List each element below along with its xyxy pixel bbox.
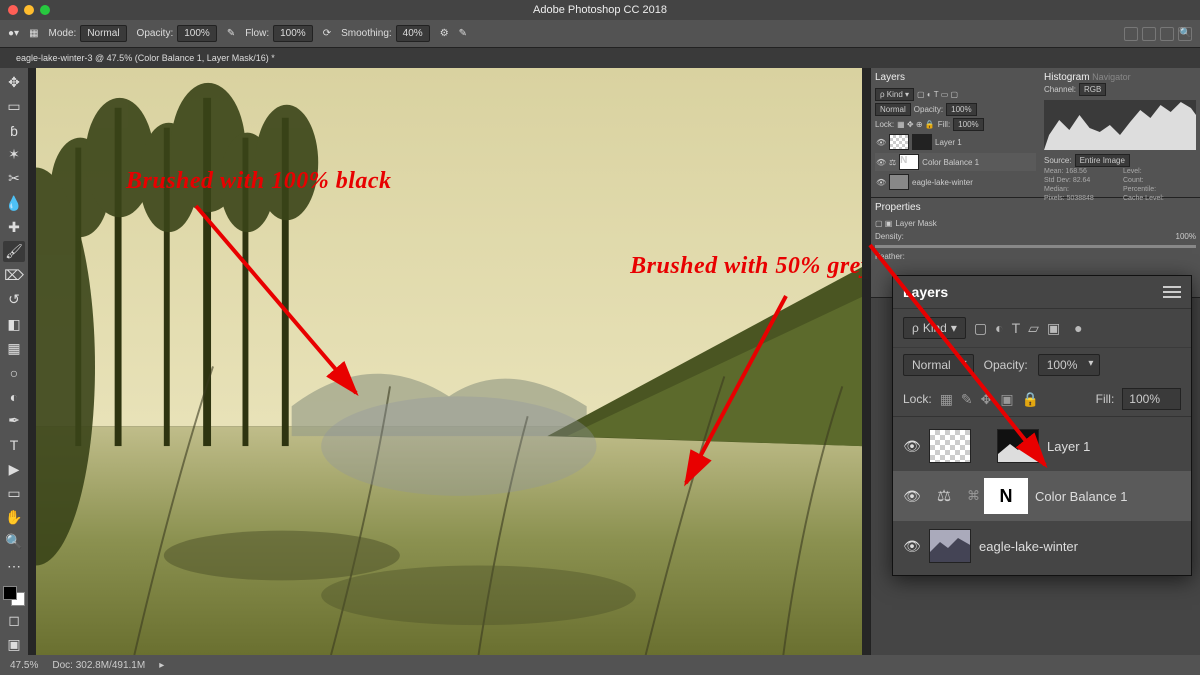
zoom-tool[interactable]: 🔍 — [3, 532, 25, 552]
marquee-tool[interactable]: ▭ — [3, 96, 25, 116]
healing-tool[interactable]: ✚ — [3, 217, 25, 237]
blur-tool[interactable]: ○ — [3, 362, 25, 382]
foreground-swatch[interactable] — [3, 586, 17, 600]
color-swatches[interactable] — [3, 586, 25, 606]
histogram-panel[interactable]: Histogram Navigator Channel:RGB Source:E… — [1040, 68, 1200, 197]
app-title: Adobe Photoshop CC 2018 — [533, 4, 667, 16]
mode-label: Mode: — [49, 28, 77, 39]
doc-size[interactable]: Doc: 302.8M/491.1M — [52, 660, 145, 671]
path-select-tool[interactable]: ▶ — [3, 459, 25, 479]
zoom-level[interactable]: 47.5% — [10, 660, 38, 671]
flow-input[interactable]: 100% — [273, 25, 313, 42]
minimize-window-button[interactable] — [24, 5, 34, 15]
histogram-graph — [1044, 100, 1196, 150]
brush-tool[interactable]: 🖌 — [3, 241, 25, 261]
status-bar: 47.5% Doc: 302.8M/491.1M ▸ — [0, 655, 1200, 675]
mini-layer-row[interactable]: 👁eagle-lake-winter — [875, 173, 1036, 191]
move-tool[interactable]: ✥ — [3, 72, 25, 92]
panel-menu-icon[interactable] — [1163, 286, 1181, 298]
crop-tool[interactable]: ✂ — [3, 169, 25, 189]
visibility-toggle-icon[interactable]: 👁 — [903, 538, 921, 555]
canvas-area[interactable]: Brushed with 100% black Brushed with 50%… — [28, 68, 870, 655]
dodge-tool[interactable]: ◐ — [3, 387, 25, 407]
fill-label-big: Fill: — [1096, 392, 1115, 406]
type-tool[interactable]: T — [3, 435, 25, 455]
mini-blend-select[interactable]: Normal — [875, 103, 911, 116]
quick-mask-icon[interactable]: ◻ — [3, 610, 25, 630]
layer-row[interactable]: 👁 eagle-lake-winter — [893, 521, 1191, 571]
mini-layer-row[interactable]: 👁⚖NColor Balance 1 — [875, 153, 1036, 171]
edit-toolbar[interactable]: ⋯ — [3, 556, 25, 576]
layer-name[interactable]: Color Balance 1 — [1035, 489, 1128, 504]
pressure-opacity-icon[interactable]: ✎ — [227, 28, 235, 39]
link-icon[interactable]: ⌘ — [967, 488, 977, 504]
status-chevron-icon[interactable]: ▸ — [159, 660, 164, 671]
annotation-grey: Brushed with 50% grey — [630, 253, 862, 280]
tools-panel: ✥ ▭ ɓ ✶ ✂ 💧 ✚ 🖌 ⌦ ↺ ◧ ▦ ○ ◐ ✒ T ▶ ▭ ✋ 🔍 … — [0, 68, 28, 655]
lasso-tool[interactable]: ɓ — [3, 120, 25, 140]
workspace-switcher[interactable]: 🔍 — [1124, 27, 1192, 41]
window-controls — [0, 5, 50, 15]
quick-select-tool[interactable]: ✶ — [3, 145, 25, 165]
layer-name[interactable]: eagle-lake-winter — [979, 539, 1078, 554]
fill-input-big[interactable]: 100% — [1122, 388, 1181, 410]
eraser-tool[interactable]: ◧ — [3, 314, 25, 334]
annotation-black: Brushed with 100% black — [126, 168, 392, 195]
mini-opacity[interactable]: 100% — [946, 103, 976, 116]
layer-thumbnail[interactable] — [929, 529, 971, 563]
airbrush-icon[interactable]: ⟳ — [323, 28, 331, 39]
gradient-tool[interactable]: ▦ — [3, 338, 25, 358]
close-window-button[interactable] — [8, 5, 18, 15]
window-titlebar: Adobe Photoshop CC 2018 — [0, 0, 1200, 20]
mini-layers-tab[interactable]: Layers — [875, 72, 1036, 83]
arrow-grey-to-mask-icon — [830, 235, 1090, 485]
document-tab[interactable]: eagle-lake-winter-3 @ 47.5% (Color Balan… — [8, 53, 283, 63]
smoothing-gear-icon[interactable]: ⚙ — [440, 28, 449, 39]
maximize-window-button[interactable] — [40, 5, 50, 15]
mini-kind-filter[interactable]: ρ Kind ▾ — [875, 88, 914, 101]
mini-layers-panel[interactable]: Layers ρ Kind ▾ ▢ ◐ T ▭ ▢ Normal Opacity… — [871, 68, 1040, 197]
smoothing-label: Smoothing: — [341, 28, 392, 39]
screen-mode-icon[interactable]: ▣ — [3, 635, 25, 655]
document-tab-bar: eagle-lake-winter-3 @ 47.5% (Color Balan… — [0, 48, 1200, 68]
options-bar: ●▾ ▦ Mode:Normal Opacity:100% ✎ Flow:100… — [0, 20, 1200, 48]
mini-fill[interactable]: 100% — [953, 118, 983, 131]
visibility-toggle-icon[interactable]: 👁 — [903, 488, 921, 505]
opacity-input[interactable]: 100% — [177, 25, 217, 42]
blend-mode-select[interactable]: Normal — [80, 25, 126, 42]
eyedropper-tool[interactable]: 💧 — [3, 193, 25, 213]
pen-tool[interactable]: ✒ — [3, 411, 25, 431]
brush-settings-icon[interactable]: ▦ — [29, 28, 38, 39]
flow-label: Flow: — [245, 28, 269, 39]
opacity-label: Opacity: — [137, 28, 174, 39]
hand-tool[interactable]: ✋ — [3, 508, 25, 528]
history-brush-tool[interactable]: ↺ — [3, 290, 25, 310]
shape-tool[interactable]: ▭ — [3, 483, 25, 503]
channel-select[interactable]: RGB — [1079, 83, 1106, 96]
mini-layer-row[interactable]: 👁Layer 1 — [875, 133, 1036, 151]
pressure-size-icon[interactable]: ✎ — [459, 28, 467, 39]
stamp-tool[interactable]: ⌦ — [3, 266, 25, 286]
smoothing-input[interactable]: 40% — [396, 25, 430, 42]
brush-preset-icon[interactable]: ●▾ — [8, 28, 19, 39]
document-canvas[interactable]: Brushed with 100% black Brushed with 50%… — [36, 68, 862, 655]
color-balance-icon[interactable]: ⚖ — [929, 483, 959, 509]
